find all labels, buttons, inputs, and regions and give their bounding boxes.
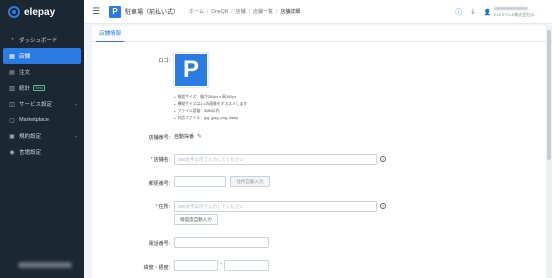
user-icon[interactable]: 👤 — [484, 9, 491, 16]
beta-badge: Beta — [33, 85, 46, 91]
stats-icon: ▥ — [9, 85, 15, 92]
sidebar-item-service-settings[interactable]: ◫ サービス設定 ⌄ — [0, 96, 84, 112]
breadcrumb-oneqr[interactable]: OneQR — [211, 9, 228, 15]
logo-hint: 横縦サイズは1:1の画像をオススメします — [174, 102, 248, 107]
address-label: *住所: — [110, 203, 170, 210]
user-name-blurred — [494, 6, 528, 10]
terms-icon: ▣ — [9, 133, 15, 140]
postal-code-input[interactable] — [174, 176, 226, 187]
store-no-value: 自動採番 ✎ — [174, 133, 202, 140]
sidebar-item-dashboard[interactable]: ◔ ダッシュボード — [0, 32, 84, 48]
sidebar-item-label: 店舗 — [19, 54, 31, 60]
longitude-input[interactable] — [224, 260, 269, 271]
sidebar-item-terms[interactable]: ▣ 規約設定 ⌄ — [0, 128, 84, 144]
user-info[interactable]: ELESTYLE株式会社(E... — [494, 6, 544, 18]
breadcrumb-store-detail: 店舗詳細 — [280, 9, 301, 15]
store-no-text: 自動採番 — [174, 134, 195, 140]
language-icon: ◉ — [9, 149, 15, 156]
breadcrumb-home[interactable]: ホーム — [189, 8, 204, 15]
info-icon[interactable]: ? — [380, 203, 386, 209]
app-title: 駐車場（前払い式） — [125, 10, 180, 16]
store-icon: ▦ — [9, 53, 15, 60]
dashboard-icon: ◔ — [10, 37, 14, 43]
elepay-logo-icon — [8, 6, 20, 18]
latlng-autofill-button[interactable]: 緯度度自動入力 — [174, 214, 218, 225]
postal-label: 郵便番号: — [148, 181, 170, 187]
blurred-footer — [18, 262, 72, 268]
sidebar-item-label: 注文 — [19, 70, 31, 76]
pencil-icon[interactable]: ✎ — [197, 134, 202, 140]
scrollbar[interactable] — [546, 26, 552, 278]
logo-hint: 推奨サイズ：幅が300px x 高300px — [174, 95, 237, 100]
address-label-text: 住所: — [158, 204, 170, 210]
tab-strip: 店舗情報 — [92, 26, 546, 42]
required-mark: * — [155, 204, 158, 210]
store-logo-image[interactable]: P — [174, 53, 208, 87]
marketplace-icon: ▢ — [9, 117, 15, 124]
user-company: ELESTYLE株式会社(E... — [494, 11, 538, 17]
latlng-label: 緯度・経度: — [143, 265, 170, 271]
logo-hint: ファイル容量：5MB以内 — [174, 109, 220, 114]
download-icon[interactable]: ⤓ — [471, 8, 474, 16]
phone-label: 電話番号: — [148, 241, 170, 247]
sidebar-item-language[interactable]: ◉ 言語設定 — [0, 144, 84, 160]
store-name-label: *店舗名: — [110, 156, 170, 163]
logo-hint: 対応ファイル：jpg, jpeg, png, webp — [174, 116, 239, 121]
menu-icon[interactable]: ☰ — [92, 7, 101, 16]
app-logo-text: elepay — [24, 6, 56, 18]
store-name-input[interactable]: 300文字以内で入力してください — [174, 154, 377, 165]
info-icon[interactable]: ? — [380, 156, 386, 162]
sidebar-item-label: Marketplace — [19, 117, 49, 123]
app-icon: P — [109, 5, 121, 18]
breadcrumb-store[interactable]: 店舗 — [236, 8, 246, 15]
postal-autofill-button[interactable]: 住所自動入力 — [230, 176, 270, 187]
sidebar: elepay ◔ ダッシュボード ▦ 店舗 ▤ 注文 ▥ 統計 Beta ◫ サ… — [0, 0, 84, 278]
sidebar-item-stats[interactable]: ▥ 統計 Beta — [0, 80, 84, 96]
latlng-separator: - — [220, 261, 222, 267]
sidebar-item-label: ダッシュボード — [19, 38, 58, 44]
sidebar-item-order[interactable]: ▤ 注文 — [0, 64, 84, 80]
top-bar: ☰ P 駐車場（前払い式） ホーム / OneQR / 店舗 / 店舗一覧 / 店舗詳細… — [84, 0, 552, 24]
sidebar-item-label: 規約設定 — [19, 134, 42, 140]
scrollbar-thumb[interactable] — [547, 30, 551, 160]
store-name-label-text: 店舗名: — [153, 157, 170, 163]
order-icon: ▤ — [9, 69, 15, 76]
required-mark: * — [150, 157, 153, 163]
phone-input[interactable] — [174, 237, 269, 248]
main-content: 店舗情報 ロゴ: P 推奨サイズ：幅が300px x 高300px 横縦サイズは… — [92, 26, 546, 278]
breadcrumb-store-list[interactable]: 店舗一覧 — [253, 8, 273, 15]
address-input[interactable]: 300文字以内で入力してください — [174, 201, 377, 212]
tab-store-info[interactable]: 店舗情報 — [96, 26, 125, 42]
latitude-input[interactable] — [174, 260, 218, 271]
logo-label: ロゴ: — [158, 58, 170, 64]
chevron-down-icon: ⌄ — [73, 101, 78, 107]
breadcrumb: ホーム / OneQR / 店舗 / 店舗一覧 / 店舗詳細 — [189, 8, 301, 16]
sidebar-item-label: 言語設定 — [19, 150, 42, 156]
store-no-label: 店舗番号: — [148, 135, 170, 141]
sidebar-item-label: 統計 — [19, 86, 31, 92]
help-icon[interactable]: ⓘ — [455, 7, 462, 17]
sidebar-item-store[interactable]: ▦ 店舗 — [3, 48, 81, 64]
sidebar-item-marketplace[interactable]: ▢ Marketplace — [0, 112, 84, 128]
sidebar-item-label: サービス設定 — [19, 102, 53, 108]
app-logo[interactable]: elepay — [0, 0, 84, 24]
chevron-down-icon: ⌄ — [73, 133, 78, 139]
service-settings-icon: ◫ — [9, 101, 15, 108]
